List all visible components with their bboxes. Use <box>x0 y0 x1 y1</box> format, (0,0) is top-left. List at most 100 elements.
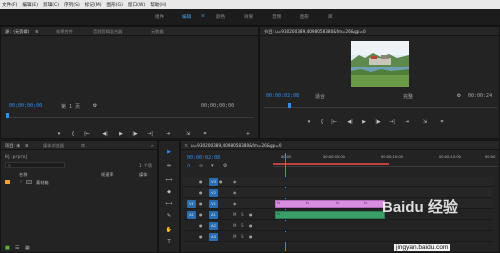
column-frame-rate[interactable]: 帧速率 <box>101 172 114 178</box>
project-search-input[interactable]: ⚲ <box>5 162 65 168</box>
timeline-timecode[interactable]: 00:00:02:08 <box>187 155 220 161</box>
tab-effect-controls[interactable]: 效果控件 <box>56 29 73 35</box>
step-back-icon[interactable]: ◀| <box>346 119 354 125</box>
play-icon[interactable]: ▶ <box>360 119 368 125</box>
pen-tool-icon[interactable]: ✎ <box>164 213 174 221</box>
track-label[interactable]: V2 <box>209 189 218 197</box>
menu-edit[interactable]: 编辑(E) <box>22 2 38 8</box>
tabs-overflow-icon[interactable]: » <box>151 143 154 148</box>
track-label[interactable]: A2 <box>209 222 218 230</box>
go-to-in-icon[interactable]: |← <box>330 119 338 125</box>
tab-metadata[interactable]: 元数据 <box>151 29 164 35</box>
menu-clip[interactable]: 剪辑(C) <box>43 2 59 8</box>
add-marker-icon[interactable]: ▾ <box>55 131 63 137</box>
quality-select[interactable]: 完整 <box>403 93 413 100</box>
overwrite-icon[interactable]: ⇲ <box>183 131 193 137</box>
workspace-effects[interactable]: 效果 <box>244 14 253 20</box>
mark-in-icon[interactable]: { <box>318 119 326 125</box>
workspace-assembly[interactable]: 组件 <box>155 14 164 20</box>
go-to-out-icon[interactable]: →| <box>146 131 154 137</box>
step-forward-icon[interactable]: |▶ <box>131 131 139 137</box>
slip-tool-icon[interactable]: ⟷ <box>164 201 174 209</box>
workspace-color[interactable]: 颜色 <box>216 14 225 20</box>
hand-tool-icon[interactable]: ✋ <box>164 227 174 235</box>
mute-icon[interactable]: M <box>233 234 236 239</box>
lock-icon[interactable]: ● <box>199 212 203 217</box>
tab-libraries[interactable]: 库 <box>81 143 85 149</box>
tab-project[interactable]: 项目: 未 <box>5 143 20 149</box>
source-playhead[interactable] <box>6 113 9 118</box>
menu-graphics[interactable]: 图形(G) <box>107 2 123 8</box>
lift-icon[interactable]: ⇥ <box>402 119 412 125</box>
track-label[interactable]: V1 <box>209 200 218 208</box>
step-forward-icon[interactable]: |▶ <box>374 119 382 125</box>
mark-in-icon[interactable]: { <box>69 131 77 137</box>
mute-icon[interactable]: M <box>233 212 236 217</box>
microphone-icon[interactable]: ● <box>249 212 253 217</box>
source-patch[interactable]: V1 <box>187 200 196 208</box>
eye-icon[interactable]: ◉ <box>233 190 237 195</box>
icon-view-icon[interactable]: ▦ <box>25 245 30 251</box>
eye-icon[interactable]: ◉ <box>233 201 237 206</box>
solo-icon[interactable]: S <box>241 212 244 217</box>
solo-icon[interactable]: S <box>241 223 244 228</box>
timeline-settings-icon[interactable]: ⚙ <box>223 163 227 169</box>
timeline-title[interactable]: u=930200389,4098058380&fm=26&gp=0 <box>191 143 282 148</box>
tab-audio-mixer[interactable]: 音频剪辑混合器 <box>93 29 122 35</box>
selection-tool-icon[interactable]: ▶ <box>164 149 174 157</box>
timeline-ruler[interactable]: 00:00 00:00:05:00 00:00:10:00 00:00:15:0… <box>273 153 498 167</box>
lock-icon[interactable]: ● <box>199 223 203 228</box>
source-timecode-in[interactable]: 00;00;00;00 <box>9 103 42 109</box>
menu-marker[interactable]: 标记(M) <box>85 2 102 8</box>
go-to-in-icon[interactable]: |← <box>83 131 91 137</box>
list-view-icon[interactable]: ☰ <box>15 245 19 251</box>
wrench-icon[interactable]: ⚙ <box>455 93 463 99</box>
menu-help[interactable]: 帮助(H) <box>150 2 166 8</box>
razor-tool-icon[interactable]: ◆ <box>164 189 174 197</box>
expand-arrow-icon[interactable]: › <box>20 179 22 185</box>
ripple-edit-tool-icon[interactable]: ⟺ <box>164 177 174 185</box>
source-scrub-bar[interactable] <box>6 117 254 118</box>
snap-icon[interactable]: ∩ <box>187 163 191 169</box>
eye-icon[interactable]: ◉ <box>233 179 237 184</box>
track-label[interactable]: V3 <box>209 178 218 186</box>
workspace-editing[interactable]: 编辑 <box>182 14 191 20</box>
column-media[interactable]: 媒体 <box>139 172 147 178</box>
program-title[interactable]: 节目: u=930200389,4098058380&fm=26&gp=0 <box>264 29 366 35</box>
track-select-tool-icon[interactable]: ⇹ <box>164 163 174 171</box>
insert-icon[interactable]: ⇥ <box>163 131 173 137</box>
program-timecode[interactable]: 00:00:02:08 <box>266 93 299 99</box>
program-scrub-bar[interactable] <box>264 107 497 108</box>
export-frame-icon[interactable]: ⌗ <box>201 131 209 137</box>
track-label[interactable]: A1 <box>209 211 218 219</box>
sync-icon[interactable]: ● <box>219 179 223 184</box>
workspace-libraries[interactable]: 库 <box>328 14 333 20</box>
audio-clip[interactable]: fx <box>275 211 385 219</box>
close-icon[interactable]: × <box>184 143 188 149</box>
lock-icon[interactable]: ● <box>199 201 203 206</box>
play-icon[interactable]: ▶ <box>117 131 125 137</box>
lock-icon[interactable]: ■ <box>5 245 10 251</box>
mute-icon[interactable]: M <box>233 223 236 228</box>
tab-source[interactable]: 源：(无剪辑) <box>5 29 29 35</box>
column-name[interactable]: 名称 <box>19 172 27 178</box>
extract-icon[interactable]: ⇲ <box>420 119 430 125</box>
source-page-select[interactable]: 第 1 页 <box>61 103 80 110</box>
source-patch[interactable]: A1 <box>187 211 196 219</box>
workspace-graphics[interactable]: 图形 <box>300 14 309 20</box>
program-playhead[interactable] <box>288 103 291 108</box>
go-to-out-icon[interactable]: →| <box>388 119 396 125</box>
lock-icon[interactable]: ● <box>199 190 203 195</box>
list-item[interactable]: › 素材箱 <box>1 179 157 187</box>
microphone-icon[interactable]: ● <box>249 223 253 228</box>
menu-window[interactable]: 窗口(W) <box>128 2 145 8</box>
fit-select[interactable]: 适合 <box>315 93 325 100</box>
wrench-icon[interactable]: ⚙ <box>91 103 99 109</box>
add-marker-icon[interactable]: ▾ <box>305 119 313 125</box>
add-button-icon[interactable]: + <box>244 131 252 137</box>
add-marker-icon[interactable]: ▾ <box>211 163 214 169</box>
type-tool-icon[interactable]: T <box>164 239 174 247</box>
solo-icon[interactable]: S <box>241 234 244 239</box>
tab-menu-icon[interactable]: ≡ <box>35 29 39 34</box>
track-label[interactable]: A3 <box>209 233 218 241</box>
